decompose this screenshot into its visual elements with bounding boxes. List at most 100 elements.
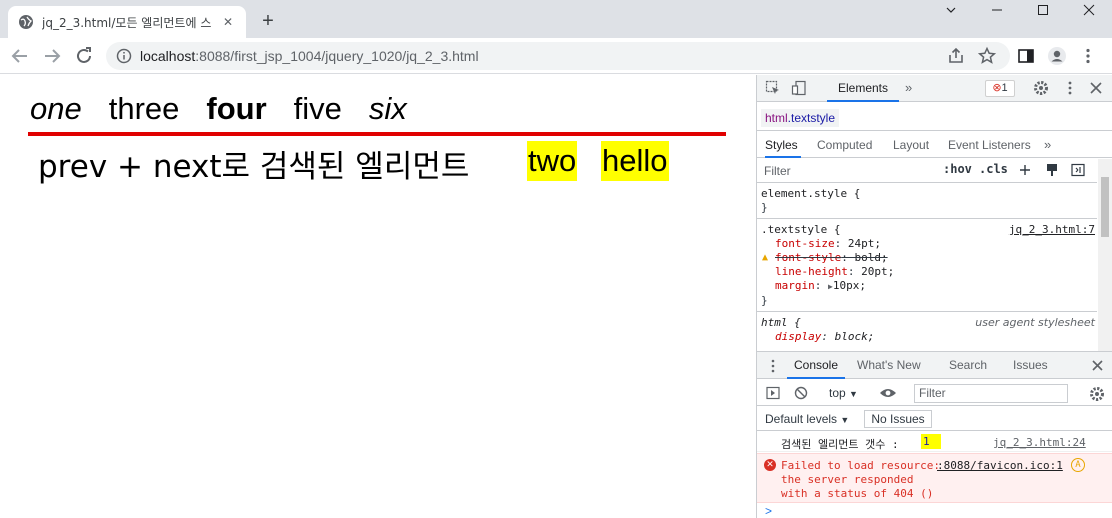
console-settings-gear-icon[interactable] bbox=[1089, 386, 1105, 402]
breadcrumb-item-html[interactable]: html.textstyle bbox=[761, 109, 840, 127]
tab-title: jq_2_3.html/모든 엘리먼트에 스타일 bbox=[42, 15, 212, 30]
error-source-link[interactable]: :8088/favicon.ico:1 bbox=[937, 459, 1063, 472]
tab-search[interactable]: Search bbox=[949, 352, 987, 379]
styles-scrollbar[interactable] bbox=[1098, 159, 1112, 351]
side-panel-icon[interactable] bbox=[1016, 46, 1036, 66]
dom-breadcrumb: html.textstyle bbox=[757, 107, 1112, 131]
tab-elements[interactable]: Elements bbox=[827, 75, 899, 102]
word-three: three bbox=[108, 91, 180, 126]
styles-subtabs: Styles Computed Layout Event Listeners » bbox=[757, 132, 1112, 158]
html-ua-rule[interactable]: html { user agent stylesheet display: bl… bbox=[757, 312, 1097, 347]
declaration[interactable]: margin: ▶10px; bbox=[761, 279, 1093, 294]
address-bar[interactable]: localhost:8088/first_jsp_1004/jquery_102… bbox=[106, 42, 1010, 70]
declaration[interactable]: font-size: 24pt; bbox=[761, 237, 1093, 251]
warning-icon: ▲ bbox=[762, 252, 769, 263]
scrollbar-thumb[interactable] bbox=[1101, 177, 1109, 237]
context-selector[interactable]: top ▼ bbox=[829, 386, 858, 400]
tab-computed[interactable]: Computed bbox=[817, 132, 872, 158]
red-divider bbox=[28, 132, 726, 136]
color-palette-icon[interactable] bbox=[1045, 163, 1059, 177]
back-icon[interactable] bbox=[8, 44, 32, 68]
styles-filter-row: Filter :hov .cls bbox=[757, 159, 1097, 183]
browser-window: jq_2_3.html/모든 엘리먼트에 스타일 ✕ + bbox=[0, 0, 1112, 518]
live-expression-eye-icon[interactable] bbox=[879, 386, 897, 400]
tab-whats-new[interactable]: What's New bbox=[857, 352, 921, 379]
bookmark-star-icon[interactable] bbox=[977, 46, 997, 66]
textstyle-rule[interactable]: .textstyle { jq_2_3.html:7 font-size: 24… bbox=[757, 219, 1097, 312]
tab-layout[interactable]: Layout bbox=[893, 132, 929, 158]
new-rule-plus-icon[interactable] bbox=[1019, 164, 1033, 178]
drawer-tabs: Console What's New Search Issues bbox=[757, 352, 1112, 379]
tab-console[interactable]: Console bbox=[787, 352, 845, 379]
log-value: 1 bbox=[921, 434, 941, 449]
tab-styles[interactable]: Styles bbox=[765, 132, 801, 158]
devtools-topbar: Elements » ⊗1 bbox=[757, 75, 1112, 102]
word-four: four bbox=[206, 91, 267, 126]
log-levels-row: Default levels ▼ No Issues bbox=[757, 407, 1112, 431]
hov-toggle[interactable]: :hov bbox=[943, 162, 972, 176]
no-issues-button[interactable]: No Issues bbox=[864, 410, 932, 428]
rule-close-brace: } bbox=[761, 201, 768, 214]
element-style-selector: element.style { bbox=[761, 187, 861, 200]
url-text: localhost:8088/first_jsp_1004/jquery_102… bbox=[140, 48, 479, 64]
word-six: six bbox=[368, 91, 407, 126]
browser-toolbar: localhost:8088/first_jsp_1004/jquery_102… bbox=[0, 38, 1112, 74]
window-close-icon[interactable] bbox=[1066, 0, 1112, 22]
console-filter-input[interactable]: Filter bbox=[914, 384, 1068, 403]
text-line-one: one three four five six bbox=[30, 91, 434, 131]
tab-search-icon[interactable] bbox=[928, 0, 974, 22]
default-levels-dropdown[interactable]: Default levels ▼ bbox=[765, 412, 849, 426]
console-prompt[interactable]: > bbox=[765, 504, 772, 518]
close-devtools-icon[interactable] bbox=[1089, 81, 1103, 95]
settings-gear-icon[interactable] bbox=[1033, 80, 1049, 96]
menu-kebab-icon[interactable] bbox=[1078, 46, 1098, 66]
tab-strip: jq_2_3.html/모든 엘리먼트에 스타일 ✕ + bbox=[0, 0, 1112, 38]
inspect-element-icon[interactable] bbox=[765, 80, 781, 96]
word-one: one bbox=[30, 91, 82, 126]
info-icon[interactable] bbox=[116, 48, 132, 64]
element-style-rule[interactable]: element.style { } bbox=[757, 183, 1097, 219]
show-sidebar-icon[interactable] bbox=[766, 386, 780, 400]
forward-icon[interactable] bbox=[40, 44, 64, 68]
minimize-icon[interactable] bbox=[974, 0, 1020, 22]
highlight-word-two: two bbox=[527, 141, 578, 181]
error-dot-icon: ⊗ bbox=[992, 82, 1002, 94]
more-tabs-icon[interactable]: » bbox=[905, 80, 912, 95]
declaration-invalid[interactable]: ▲ font-style: bold; bbox=[761, 251, 1093, 265]
share-icon[interactable] bbox=[946, 46, 966, 66]
styles-filter-input[interactable]: Filter bbox=[761, 162, 937, 180]
dropdown-caret-icon: ▼ bbox=[840, 415, 850, 425]
rule-source-link[interactable]: jq_2_3.html:7 bbox=[1009, 223, 1095, 237]
browser-tab[interactable]: jq_2_3.html/모든 엘리먼트에 스타일 ✕ bbox=[8, 6, 246, 38]
console-drawer: Console What's New Search Issues top ▼ F… bbox=[757, 351, 1112, 518]
text-line-two: prev + next로 검색된 엘리먼트 bbox=[38, 149, 470, 185]
profile-avatar-icon[interactable] bbox=[1047, 46, 1067, 66]
dropdown-caret-icon: ▼ bbox=[849, 389, 858, 399]
reload-icon[interactable] bbox=[72, 44, 96, 68]
device-toolbar-icon[interactable] bbox=[791, 80, 807, 96]
console-toolbar: top ▼ Filter bbox=[757, 380, 1112, 406]
log-source-link[interactable]: jq_2_3.html:24 bbox=[993, 436, 1086, 449]
tab-issues[interactable]: Issues bbox=[1013, 352, 1048, 379]
close-tab-icon[interactable]: ✕ bbox=[220, 14, 236, 30]
cls-toggle[interactable]: .cls bbox=[979, 162, 1008, 176]
close-drawer-icon[interactable] bbox=[1091, 359, 1104, 372]
globe-icon bbox=[19, 15, 33, 29]
declaration[interactable]: display: block; bbox=[761, 330, 1093, 344]
devtools-menu-icon[interactable] bbox=[1062, 80, 1078, 96]
maximize-icon[interactable] bbox=[1020, 0, 1066, 22]
ua-stylesheet-label: user agent stylesheet bbox=[975, 316, 1095, 329]
more-subtabs-icon[interactable]: » bbox=[1044, 132, 1051, 158]
word-five: five bbox=[293, 91, 342, 126]
toggle-sidebar-icon[interactable] bbox=[1071, 163, 1085, 177]
tab-event-listeners[interactable]: Event Listeners bbox=[948, 132, 1031, 158]
translate-icon[interactable]: A bbox=[1071, 458, 1085, 472]
declaration[interactable]: line-height: 20pt; bbox=[761, 265, 1093, 279]
console-error-entry: ✕ Failed to load resource: the server re… bbox=[757, 453, 1112, 503]
drawer-menu-icon[interactable] bbox=[767, 359, 779, 373]
highlight-word-hello: hello bbox=[601, 141, 669, 181]
new-tab-button[interactable]: + bbox=[256, 10, 280, 34]
log-message: 검색된 엘리먼트 갯수 : bbox=[781, 438, 899, 451]
clear-console-icon[interactable] bbox=[794, 386, 808, 400]
error-count-badge[interactable]: ⊗1 bbox=[985, 80, 1015, 97]
